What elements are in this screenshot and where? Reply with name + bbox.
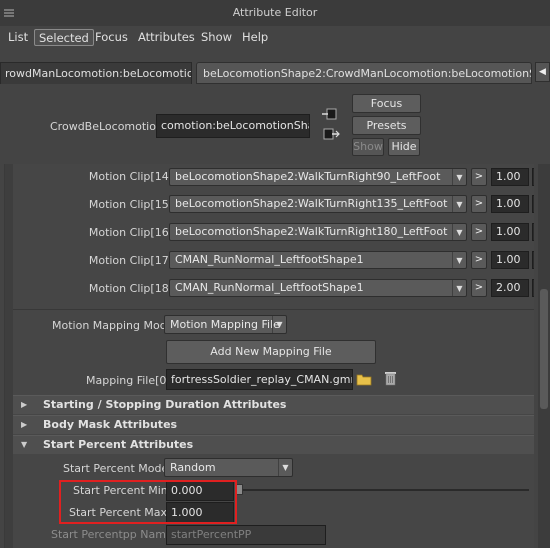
presets-button[interactable]: Presets xyxy=(352,116,421,135)
clip-dropdown[interactable]: beLocomotionShape2:WalkTurnRight180_Left… xyxy=(169,223,467,241)
clip-navigate-button[interactable]: > xyxy=(471,279,487,297)
motion-clip-list: Motion Clip[14] beLocomotionShape2:WalkT… xyxy=(13,164,534,299)
motion-mapping-mode-label: Motion Mapping Mode xyxy=(52,319,174,332)
clip-extra-field[interactable]: 0 xyxy=(532,251,534,269)
node-header: CrowdBeLocomotion: comotion:beLocomotion… xyxy=(0,90,550,162)
attribute-panel: Motion Clip[14] beLocomotionShape2:WalkT… xyxy=(4,164,534,548)
menu-focus[interactable]: Focus xyxy=(91,29,132,46)
node-name-field[interactable]: comotion:beLocomotionShape1 xyxy=(156,114,310,138)
menu-show[interactable]: Show xyxy=(197,29,236,46)
menu-list[interactable]: List xyxy=(4,29,32,46)
clip-dropdown[interactable]: beLocomotionShape2:WalkTurnRight135_Left… xyxy=(169,195,467,213)
start-percent-min-slider[interactable] xyxy=(239,489,529,491)
clip-navigate-button[interactable]: > xyxy=(471,251,487,269)
show-button[interactable]: Show xyxy=(352,138,384,156)
clip-weight-field[interactable]: 1.00 xyxy=(491,223,529,241)
drag-grip-icon[interactable] xyxy=(4,9,14,17)
clip-weight-field[interactable]: 2.00 xyxy=(491,279,529,297)
expand-arrow-icon: ▶ xyxy=(21,400,28,409)
menu-selected[interactable]: Selected xyxy=(34,29,94,46)
menu-attributes[interactable]: Attributes xyxy=(134,29,199,46)
tab-belocomotion-shape2[interactable]: beLocomotionShape2:CrowdManLocomotion:be… xyxy=(196,62,532,84)
start-percent-mode-dropdown[interactable]: Random ▼ xyxy=(164,458,293,477)
clip-label: Motion Clip[14] xyxy=(88,170,173,183)
clip-dropdown[interactable]: CMAN_RunNormal_LeftfootShape1 ▼ xyxy=(169,251,467,269)
clip-navigate-button[interactable]: > xyxy=(471,223,487,241)
trash-icon[interactable] xyxy=(384,370,397,386)
collapse-arrow-icon: ▼ xyxy=(21,440,28,449)
section-title: Start Percent Attributes xyxy=(43,438,194,451)
node-tab-bar: rowdManLocomotion:beLocomotion1 beLocomo… xyxy=(0,58,550,88)
tab-scroll-left-button[interactable]: ◀ xyxy=(535,62,550,82)
section-body-mask[interactable]: ▶ Body Mask Attributes xyxy=(13,415,534,434)
clip-extra-field[interactable]: 0 xyxy=(532,279,534,297)
window-title: Attribute Editor xyxy=(232,6,318,19)
chevron-down-icon: ▼ xyxy=(452,196,466,212)
slider-handle[interactable] xyxy=(236,484,243,495)
section-start-percent[interactable]: ▼ Start Percent Attributes xyxy=(13,435,534,454)
scrollbar-thumb[interactable] xyxy=(540,289,548,409)
clip-label: Motion Clip[16] xyxy=(88,226,173,239)
mapping-file-label: Mapping File[0] xyxy=(86,374,171,387)
chevron-down-icon: ▼ xyxy=(452,169,466,185)
start-percentpp-name-field: startPercentPP xyxy=(166,525,326,545)
panel-gutter xyxy=(5,164,13,548)
chevron-down-icon: ▼ xyxy=(452,280,466,296)
menu-help[interactable]: Help xyxy=(238,29,272,46)
start-percentpp-name-label: Start Percentpp Name xyxy=(51,528,173,541)
vertical-scrollbar[interactable] xyxy=(538,164,550,548)
clip-navigate-button[interactable]: > xyxy=(471,168,487,186)
add-new-mapping-file-button[interactable]: Add New Mapping File xyxy=(166,340,376,364)
chevron-down-icon: ▼ xyxy=(452,224,466,240)
input-connection-icon[interactable] xyxy=(322,107,338,121)
clip-label: Motion Clip[18] xyxy=(88,282,173,295)
chevron-down-icon: ▼ xyxy=(452,252,466,268)
clip-extra-field[interactable]: 0 xyxy=(532,195,534,213)
divider xyxy=(13,309,534,310)
folder-icon[interactable] xyxy=(356,372,373,386)
clip-weight-field[interactable]: 1.00 xyxy=(491,251,529,269)
clip-label: Motion Clip[15] xyxy=(88,198,173,211)
expand-arrow-icon: ▶ xyxy=(21,420,28,429)
clip-weight-field[interactable]: 1.00 xyxy=(491,195,529,213)
clip-weight-field[interactable]: 1.00 xyxy=(491,168,529,186)
output-connection-icon[interactable] xyxy=(322,127,340,141)
chevron-down-icon: ▼ xyxy=(272,316,286,333)
highlight-box xyxy=(59,480,237,524)
motion-mapping-mode-dropdown[interactable]: Motion Mapping File ▼ xyxy=(164,315,287,334)
clip-extra-field[interactable]: 0 xyxy=(532,223,534,241)
title-bar: Attribute Editor xyxy=(0,0,550,26)
clip-label: Motion Clip[17] xyxy=(88,254,173,267)
section-title: Starting / Stopping Duration Attributes xyxy=(43,398,287,411)
menu-bar: List Selected Focus Attributes Show Help xyxy=(0,26,550,48)
clip-extra-field[interactable]: 0 xyxy=(532,168,534,186)
start-percent-mode-label: Start Percent Mode xyxy=(63,462,169,475)
section-title: Body Mask Attributes xyxy=(43,418,178,431)
tab-crowdman-locomotion[interactable]: rowdManLocomotion:beLocomotion1 xyxy=(0,62,192,84)
hide-button[interactable]: Hide xyxy=(388,138,420,156)
clip-dropdown[interactable]: beLocomotionShape2:WalkTurnRight90_LeftF… xyxy=(169,168,467,186)
node-type-label: CrowdBeLocomotion: xyxy=(50,120,167,133)
clip-dropdown[interactable]: CMAN_RunNormal_LeftfootShape1 ▼ xyxy=(169,279,467,297)
chevron-down-icon: ▼ xyxy=(278,459,292,476)
focus-button[interactable]: Focus xyxy=(352,94,421,113)
section-starting-stopping[interactable]: ▶ Starting / Stopping Duration Attribute… xyxy=(13,395,534,414)
clip-navigate-button[interactable]: > xyxy=(471,195,487,213)
mapping-file-field[interactable]: fortressSoldier_replay_CMAN.gmm xyxy=(166,369,353,390)
